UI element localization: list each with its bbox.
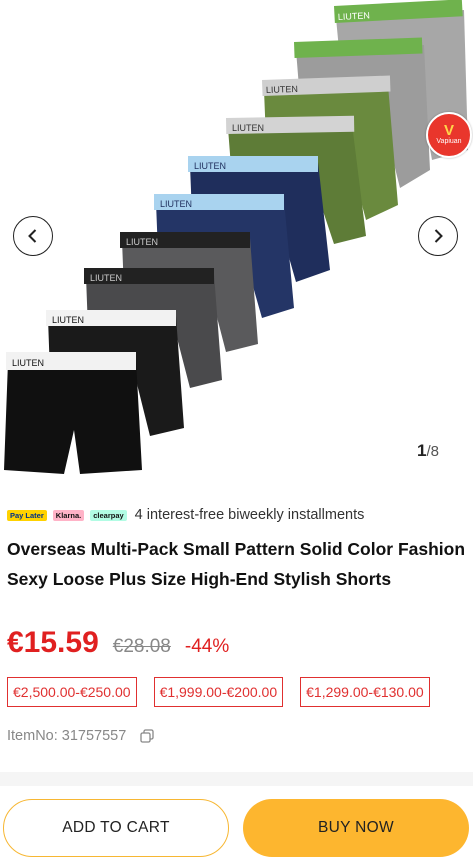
klarna-logo: Klarna.: [52, 509, 85, 521]
item-number-text: ItemNo: 31757557: [7, 728, 127, 744]
section-divider: [0, 772, 473, 786]
original-price: €28.08: [112, 636, 171, 657]
bottom-action-bar: ADD TO CART BUY NOW: [0, 790, 473, 861]
paypal-paylater-logo: Pay Later: [7, 509, 47, 521]
svg-text:LIUTEN: LIUTEN: [52, 315, 84, 325]
svg-text:LIUTEN: LIUTEN: [232, 123, 264, 133]
svg-text:LIUTEN: LIUTEN: [194, 161, 226, 171]
price-row: €15.59 €28.08 -44%: [7, 626, 229, 660]
coupon-list: €2,500.00-€250.00 €1,999.00-€200.00 €1,2…: [7, 677, 447, 707]
discount-percent: -44%: [184, 636, 230, 657]
svg-text:LIUTEN: LIUTEN: [266, 84, 298, 95]
coupon-item[interactable]: €1,999.00-€200.00: [153, 677, 284, 707]
coupon-item[interactable]: €2,500.00-€250.00: [7, 677, 137, 707]
previous-image-button[interactable]: [13, 216, 53, 256]
badge-letter: V: [443, 122, 454, 139]
installments-text: 4 interest-free biweekly installments: [134, 507, 365, 523]
image-counter: 1/8: [417, 441, 439, 461]
clearpay-logo: clearpay: [90, 509, 127, 521]
product-image: LIUTEN LIUTEN LIUTEN LIUTEN LIUTEN LIUTE…: [4, 0, 468, 474]
current-price: €15.59: [7, 626, 99, 659]
next-image-button[interactable]: [418, 216, 458, 256]
product-title: Overseas Multi-Pack Small Pattern Solid …: [7, 539, 466, 589]
svg-text:LIUTEN: LIUTEN: [126, 237, 158, 247]
image-counter-total: /8: [426, 443, 439, 460]
product-image-gallery[interactable]: LIUTEN LIUTEN LIUTEN LIUTEN LIUTEN LIUTE…: [0, 0, 473, 490]
badge-label: Vapiuan: [436, 138, 462, 145]
svg-text:LIUTEN: LIUTEN: [90, 273, 122, 283]
copy-icon[interactable]: [140, 729, 154, 743]
coupon-item[interactable]: €1,299.00-€130.00: [300, 677, 430, 707]
brand-badge[interactable]: V Vapiuan: [426, 112, 472, 158]
svg-text:LIUTEN: LIUTEN: [338, 10, 370, 22]
chevron-right-icon: [434, 229, 443, 243]
chevron-left-icon: [28, 229, 37, 243]
svg-text:LIUTEN: LIUTEN: [160, 199, 192, 209]
buy-now-button[interactable]: BUY NOW: [243, 799, 469, 857]
boxer-black-front: LIUTEN: [4, 352, 142, 474]
item-number: ItemNo: 31757557: [7, 728, 154, 744]
svg-text:LIUTEN: LIUTEN: [12, 358, 44, 368]
payment-options[interactable]: Pay Later Klarna. clearpay 4 interest-fr…: [7, 506, 364, 524]
add-to-cart-button[interactable]: ADD TO CART: [3, 799, 229, 857]
